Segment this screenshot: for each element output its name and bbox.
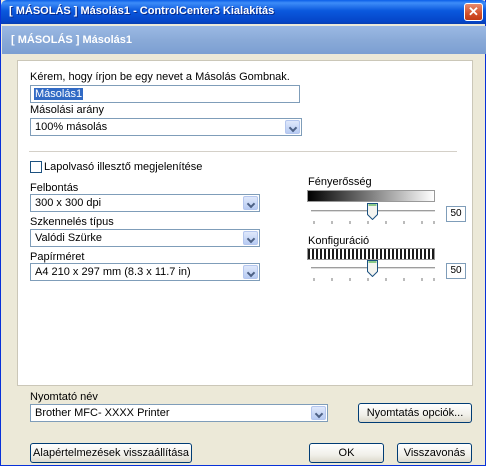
copy-ratio-label: Másolási arány	[30, 104, 104, 116]
printer-value: Brother MFC- XXXX Printer	[35, 407, 170, 419]
close-button[interactable]: ✕	[464, 3, 483, 21]
contrast-value[interactable]: 50	[446, 263, 466, 279]
divider	[29, 151, 457, 152]
paper-size-select[interactable]: A4 210 x 297 mm (8.3 x 11.7 in)	[30, 263, 260, 281]
brightness-label: Fényerősség	[308, 176, 372, 188]
brightness-value[interactable]: 50	[446, 206, 466, 222]
chevron-down-icon[interactable]	[311, 406, 326, 420]
copy-ratio-value: 100% másolás	[35, 121, 108, 133]
copy-ratio-select[interactable]: 100% másolás	[30, 118, 302, 136]
scan-type-value: Valódi Szürke	[35, 232, 103, 244]
chevron-down-icon[interactable]	[243, 196, 258, 210]
cancel-button[interactable]: Visszavonás	[397, 443, 472, 463]
name-prompt-label: Kérem, hogy írjon be egy nevet a Másolás…	[30, 71, 290, 83]
title-bar[interactable]: [ MÁSOLÁS ] Másolás1 - ControlCenter3 Ki…	[1, 0, 486, 24]
print-options-button[interactable]: Nyomtatás opciók...	[358, 403, 472, 423]
scanner-interface-checkbox[interactable]	[30, 161, 42, 173]
contrast-pattern	[307, 248, 435, 260]
resolution-select[interactable]: 300 x 300 dpi	[30, 194, 260, 212]
close-icon: ✕	[468, 4, 479, 19]
brightness-ticks	[313, 221, 435, 224]
resolution-value: 300 x 300 dpi	[35, 197, 102, 209]
scanner-interface-label: Lapolvasó illesztő megjelenítése	[44, 161, 203, 173]
brightness-gradient	[307, 190, 435, 202]
paper-size-value: A4 210 x 297 mm (8.3 x 11.7 in)	[35, 266, 191, 278]
contrast-slider-thumb[interactable]	[367, 260, 378, 277]
restore-defaults-button[interactable]: Alapértelmezések visszaállítása	[30, 443, 192, 463]
header-title: [ MÁSOLÁS ] Másolás1	[11, 34, 133, 46]
button-name-input[interactable]: Másolás1	[30, 85, 300, 103]
printer-name-label: Nyomtató név	[30, 391, 98, 403]
printer-select[interactable]: Brother MFC- XXXX Printer	[30, 404, 328, 422]
ok-button[interactable]: OK	[309, 443, 384, 463]
chevron-down-icon[interactable]	[243, 231, 258, 245]
chevron-down-icon[interactable]	[243, 265, 258, 279]
scan-type-select[interactable]: Valódi Szürke	[30, 229, 260, 247]
paper-size-label: Papírméret	[30, 251, 85, 263]
button-name-value: Másolás1	[34, 88, 84, 100]
scan-type-label: Szkennelés típus	[30, 216, 114, 228]
contrast-ticks	[313, 278, 435, 281]
chevron-down-icon[interactable]	[285, 120, 300, 134]
contrast-label: Konfiguráció	[308, 235, 370, 247]
header-band: [ MÁSOLÁS ] Másolás1	[2, 26, 486, 54]
resolution-label: Felbontás	[30, 182, 79, 194]
window-title: [ MÁSOLÁS ] Másolás1 - ControlCenter3 Ki…	[9, 5, 275, 17]
brightness-slider-thumb[interactable]	[367, 203, 378, 220]
dialog-window: [ MÁSOLÁS ] Másolás1 - ControlCenter3 Ki…	[0, 0, 486, 466]
